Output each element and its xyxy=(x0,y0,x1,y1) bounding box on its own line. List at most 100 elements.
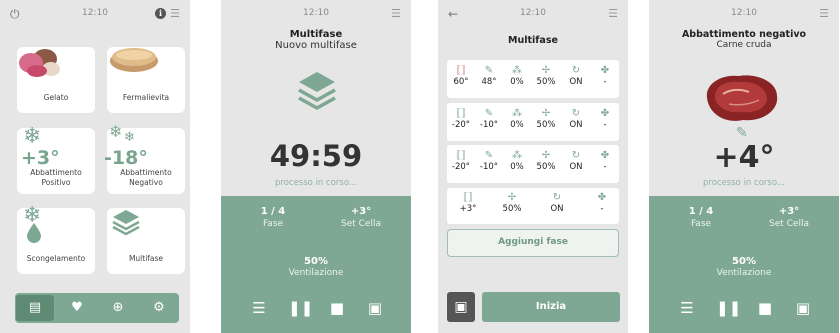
tile-temp: -18° xyxy=(104,147,148,169)
menu-icon[interactable]: ☰ xyxy=(608,7,618,20)
probe-icon: ⟦⟧ xyxy=(456,108,466,119)
cycle-icon: ↻ xyxy=(571,65,581,76)
phase-value: 50% xyxy=(536,120,556,130)
bottom-navbar: ▤ ♥ ⊕ ⚙ xyxy=(15,293,179,323)
nav-add-button[interactable]: ⊕ xyxy=(99,295,137,321)
layers-icon xyxy=(112,210,140,236)
status-bar: ⏻ 12:10 i ☰ xyxy=(0,7,190,22)
page-title: Multifase xyxy=(289,29,343,40)
settings-sliders-icon[interactable]: ☰ xyxy=(249,299,269,317)
start-button[interactable]: Inizia xyxy=(482,292,620,322)
paw-icon: ✤ xyxy=(600,150,610,161)
phase-value: 50% xyxy=(502,204,522,214)
phase-value: 60° xyxy=(453,77,469,87)
bread-image xyxy=(110,48,158,72)
tile-label: Fermalievita xyxy=(122,93,170,102)
tile-scongelamento[interactable]: ❄ Scongelamento xyxy=(17,203,95,274)
nav-favorites-button[interactable]: ♥ xyxy=(58,295,96,321)
phase-value: ON xyxy=(569,77,583,87)
menu-icon[interactable]: ☰ xyxy=(170,7,180,20)
home-screen: ⏻ 12:10 i ☰ Gelato Fermalievita ❄ +3° Ab… xyxy=(0,0,190,333)
phase-row[interactable]: ⟦⟧ +3° ✢ 50% ↻ ON ✤ - xyxy=(447,188,619,224)
menu-icon[interactable]: ☰ xyxy=(391,7,401,20)
cell-label: Set Cella xyxy=(341,219,381,229)
pause-icon[interactable]: ❚❚ xyxy=(716,299,741,317)
nav-settings-button[interactable]: ⚙ xyxy=(140,295,178,321)
timer: 49:59 xyxy=(269,139,363,173)
gelato-image xyxy=(19,49,60,77)
page-subtitle: Nuovo multifase xyxy=(275,40,357,51)
clock: 12:10 xyxy=(520,8,546,18)
tile-abbattimento-negativo[interactable]: ❄ ❄ -18° Abbattimento Negativo xyxy=(104,122,185,194)
cycle-icon: ↻ xyxy=(552,192,562,203)
tile-multifase[interactable]: Multifase xyxy=(107,208,185,274)
phase-value: - xyxy=(603,77,607,87)
snowflake-icon: ❄ xyxy=(109,122,123,141)
ventilation-value: 50% xyxy=(732,256,756,267)
save-icon: ▣ xyxy=(454,299,468,315)
phase-row[interactable]: ⟦⟧ -20° ✎ -10° ⁂ 0% ✢ 50% ↻ ON ✤ - xyxy=(447,103,619,141)
info-icon[interactable]: i xyxy=(155,8,166,19)
fan-icon: ✢ xyxy=(541,65,551,76)
stop-icon[interactable]: ■ xyxy=(327,299,347,317)
phase-row[interactable]: ⟦⟧ 60° ✎ 48° ⁂ 0% ✢ 50% ↻ ON ✤ - xyxy=(447,60,619,98)
snowflake-icon: ❄ xyxy=(23,124,42,149)
cell-value: +3° xyxy=(350,206,372,217)
cell-label: Set Cella xyxy=(769,219,809,229)
page-subtitle: Carne cruda xyxy=(716,40,772,50)
phase-value: 0% xyxy=(510,120,524,130)
phase-value: -10° xyxy=(479,162,499,172)
save-icon[interactable]: ▣ xyxy=(793,299,813,317)
phase-value: +3° xyxy=(459,204,477,214)
phase-value: - xyxy=(603,162,607,172)
phase-value: 1 / 4 xyxy=(688,206,714,217)
tile-gelato[interactable]: Gelato xyxy=(17,47,95,113)
phase-value: 50% xyxy=(536,77,556,87)
ventilation-value: 50% xyxy=(304,256,328,267)
phase-value: ON xyxy=(569,120,583,130)
clock: 12:10 xyxy=(303,8,329,18)
save-icon[interactable]: ▣ xyxy=(365,299,385,317)
tile-label: Gelato xyxy=(43,93,69,102)
nav-programs-button[interactable]: ▤ xyxy=(16,295,54,321)
plus-circle-icon: ⊕ xyxy=(112,300,124,315)
meat-image xyxy=(706,75,778,121)
cycle-icon: ↻ xyxy=(571,108,581,119)
phase-label: Fase xyxy=(262,219,284,229)
needle-probe-icon: ✎ xyxy=(736,125,748,141)
back-arrow-icon[interactable]: ← xyxy=(448,7,458,21)
add-phase-button[interactable]: Aggiungi fase xyxy=(447,229,619,257)
pause-icon[interactable]: ❚❚ xyxy=(288,299,313,317)
needle-probe-icon: ✎ xyxy=(484,65,494,76)
humidity-icon: ⁂ xyxy=(512,150,522,161)
phase-value: ON xyxy=(550,204,564,214)
probe-icon: ⟦⟧ xyxy=(463,192,473,203)
stop-icon[interactable]: ■ xyxy=(755,299,775,317)
tile-fermalievita[interactable]: Fermalievita xyxy=(107,47,185,113)
ventilation-label: Ventilazione xyxy=(288,268,344,278)
fan-icon: ✢ xyxy=(541,150,551,161)
phase-value: -20° xyxy=(451,162,471,172)
tile-label: Multifase xyxy=(128,254,164,263)
menu-icon[interactable]: ☰ xyxy=(819,7,829,20)
save-button[interactable]: ▣ xyxy=(447,292,475,322)
fan-icon: ✢ xyxy=(541,108,551,119)
multifase-edit-screen: ← 12:10 ☰ Multifase ⟦⟧ 60° ✎ 48° ⁂ 0% ✢ 50% … xyxy=(438,0,628,333)
phase-value: -20° xyxy=(451,120,471,130)
settings-sliders-icon[interactable]: ☰ xyxy=(677,299,697,317)
phase-row[interactable]: ⟦⟧ -20° ✎ -10° ⁂ 0% ✢ 50% ↻ ON ✤ - xyxy=(447,145,619,183)
cell-value: +3° xyxy=(778,206,800,217)
fan-icon: ✢ xyxy=(507,192,517,203)
abbattimento-running-screen: 12:10 ☰ Abbattimento negativo Carne crud… xyxy=(649,0,839,333)
clock: 12:10 xyxy=(731,8,757,18)
power-icon[interactable]: ⏻ xyxy=(10,7,20,22)
page-title: Multifase xyxy=(508,35,558,46)
phase-value: 1 / 4 xyxy=(260,206,286,217)
humidity-icon: ⁂ xyxy=(512,65,522,76)
tile-label: Scongelamento xyxy=(26,254,86,263)
phase-value: 48° xyxy=(481,77,497,87)
tile-abbattimento-positivo[interactable]: ❄ +3° Abbattimento Positivo xyxy=(17,124,95,194)
phase-value: ON xyxy=(569,162,583,172)
phase-label: Fase xyxy=(690,219,712,229)
document-icon: ▤ xyxy=(28,300,42,315)
